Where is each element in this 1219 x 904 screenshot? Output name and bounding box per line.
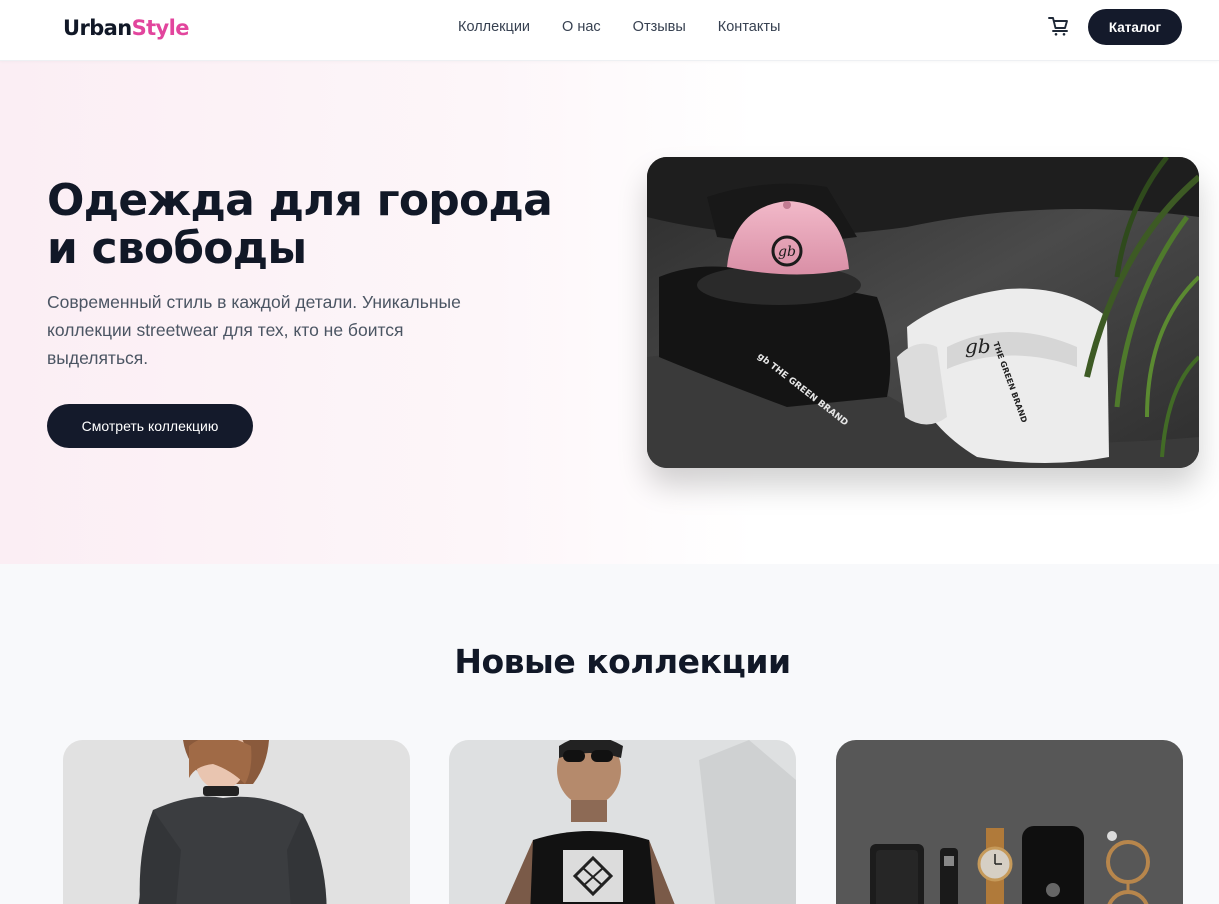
logo-text-style: Style (131, 16, 190, 40)
collection-card-2[interactable] (449, 740, 796, 904)
logo-text-urban: Urban (63, 16, 132, 40)
main-nav: Коллекции О нас Отзывы Контакты (458, 18, 780, 36)
site-header: UrbanStyle Коллекции О нас Отзывы Контак… (0, 0, 1219, 61)
hero-section: Одежда для города и свободы Современный … (0, 61, 1219, 564)
cart-icon[interactable] (1047, 15, 1071, 37)
svg-text:gb: gb (965, 334, 991, 358)
nav-link-contacts[interactable]: Контакты (718, 18, 781, 36)
collection-card-3[interactable] (836, 740, 1183, 904)
view-collection-button[interactable]: Смотреть коллекцию (47, 404, 253, 448)
hero-subtitle: Современный стиль в каждой детали. Уника… (47, 292, 461, 368)
logo[interactable]: UrbanStyle (63, 14, 189, 42)
catalog-button[interactable]: Каталог (1088, 9, 1182, 45)
nav-link-reviews[interactable]: Отзывы (633, 18, 686, 36)
svg-text:gb: gb (778, 244, 796, 260)
collections-section: Новые коллекции (0, 564, 1219, 904)
hero-title: Одежда для города и свободы (47, 177, 607, 273)
hero-product-image: gb gb THE GREEN BRAND gb THE GREEN BRAND (647, 157, 1199, 468)
nav-link-collections[interactable]: Коллекции (458, 18, 530, 36)
nav-link-about[interactable]: О нас (562, 18, 601, 36)
collections-title: Новые коллекции (454, 642, 791, 681)
collection-card-1[interactable] (63, 740, 410, 904)
hero-title-line-2: и свободы (47, 223, 307, 274)
hero-title-line-1: Одежда для города (47, 175, 553, 226)
